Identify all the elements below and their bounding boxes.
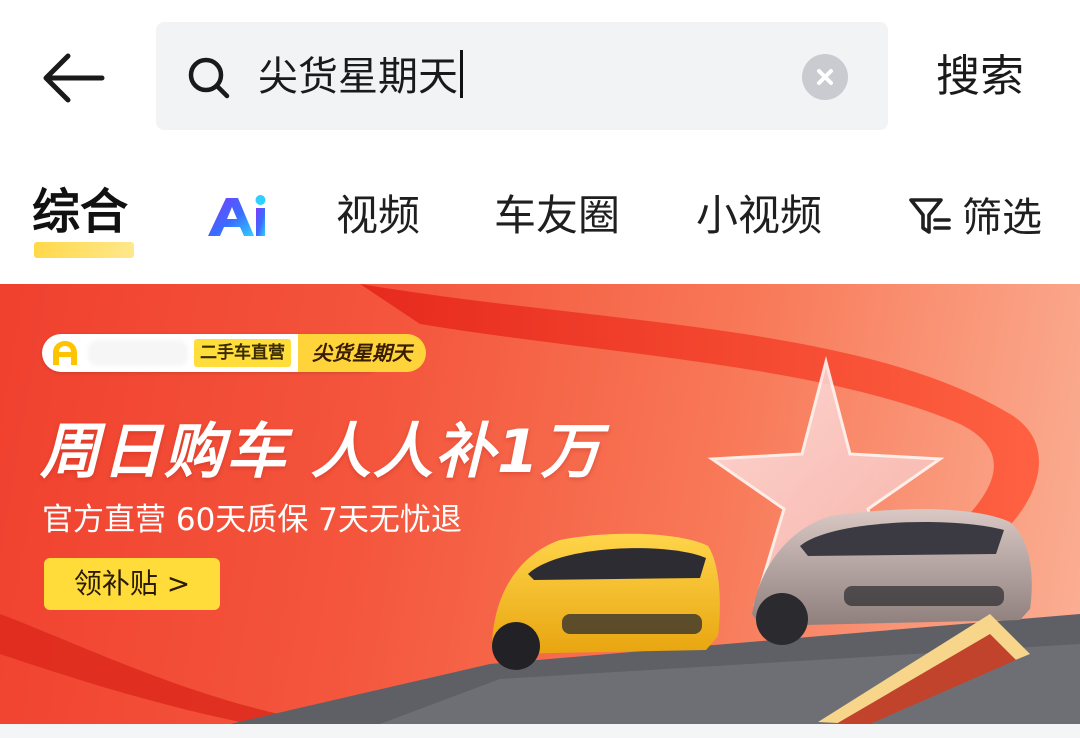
tab-all[interactable]: 综合: [32, 184, 128, 240]
search-icon: [188, 57, 230, 99]
brand-name-obscured: [88, 340, 188, 366]
search-button[interactable]: 搜索: [936, 48, 1024, 106]
promo-banner[interactable]: 二手车直营 尖货星期天 周日购车 人人补1万 官方直营 60天质保 7天无忧退 …: [0, 284, 1080, 724]
tab-ai[interactable]: [204, 192, 270, 242]
section-divider: [0, 724, 1080, 738]
clear-icon: [817, 69, 833, 85]
tab-car-circle[interactable]: 车友圈: [494, 188, 620, 244]
back-button[interactable]: [38, 48, 108, 108]
search-query: 尖货星期天: [258, 54, 458, 100]
result-tabs: 综合 视频 车友圈 小视频 筛选: [0, 170, 1080, 270]
brand-pill: 二手车直营 尖货星期天: [42, 334, 426, 372]
brand-subtitle: 二手车直营: [194, 339, 291, 367]
claim-subsidy-button[interactable]: 领补贴 >: [44, 558, 220, 610]
tab-short-video[interactable]: 小视频: [696, 188, 822, 244]
ai-logo-icon: [208, 195, 266, 236]
brand-logo-icon: [53, 341, 77, 365]
back-arrow-icon: [43, 53, 105, 103]
search-header: 尖货星期天 搜索: [0, 0, 1080, 150]
text-cursor: [460, 50, 463, 98]
filter-icon: [909, 198, 951, 234]
event-name: 尖货星期天: [298, 334, 426, 372]
search-input[interactable]: 尖货星期天: [156, 22, 888, 130]
banner-subtitle: 官方直营 60天质保 7天无忧退: [42, 502, 462, 538]
clear-button[interactable]: [802, 54, 848, 100]
search-query-text[interactable]: 尖货星期天: [258, 50, 463, 102]
tab-video[interactable]: 视频: [336, 188, 420, 244]
active-tab-underline: [34, 242, 134, 258]
banner-title: 周日购车 人人补1万: [40, 417, 603, 487]
filter-label: 筛选: [962, 195, 1042, 241]
